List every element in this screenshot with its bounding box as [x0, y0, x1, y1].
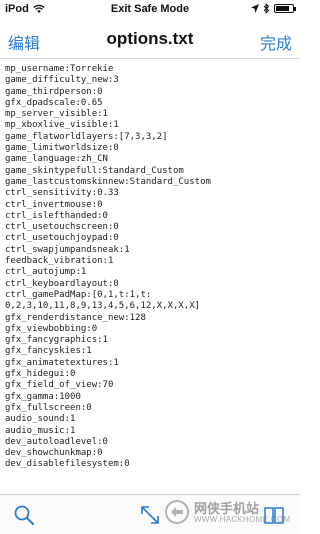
status-right: [251, 3, 296, 14]
file-line[interactable]: gfx_fancyskies:1: [5, 346, 297, 357]
file-line[interactable]: ctrl_islefthanded:0: [5, 211, 297, 222]
file-line[interactable]: game_limitworldsize:0: [5, 143, 297, 154]
file-line[interactable]: audio_music:1: [5, 426, 297, 437]
file-line[interactable]: gfx_fullscreen:0: [5, 403, 297, 414]
file-line[interactable]: gfx_gamma:1000: [5, 392, 297, 403]
bluetooth-icon: [263, 3, 270, 14]
file-line[interactable]: 0,2,3,10,11,8,9,13,4,5,6,12,X,X,X,X]: [5, 301, 297, 312]
file-line[interactable]: audio_sound:1: [5, 414, 297, 425]
file-line[interactable]: ctrl_swapjumpandsneak:1: [5, 245, 297, 256]
location-arrow-icon: [251, 4, 259, 13]
file-line[interactable]: ctrl_usetouchjoypad:0: [5, 233, 297, 244]
file-line[interactable]: gfx_renderdistance_new:128: [5, 313, 297, 324]
file-line[interactable]: mp_username:Torrekie: [5, 64, 297, 75]
file-line[interactable]: ctrl_keyboardlayout:0: [5, 279, 297, 290]
watermark: 网侠手机站 WWW.HACKHOME.COM: [164, 496, 294, 530]
file-line[interactable]: ctrl_autojump:1: [5, 267, 297, 278]
status-bar: iPod Exit Safe Mode: [0, 0, 300, 20]
done-button[interactable]: 完成: [260, 30, 292, 54]
file-line[interactable]: ctrl_invertmouse:0: [5, 200, 297, 211]
expand-arrows-icon[interactable]: [138, 503, 162, 527]
file-line[interactable]: game_lastcustomskinnew:Standard_Custom: [5, 177, 297, 188]
watermark-url: WWW.HACKHOME.COM: [194, 515, 291, 524]
file-line[interactable]: gfx_hidegui:0: [5, 369, 297, 380]
file-line[interactable]: game_skintypefull:Standard_Custom: [5, 166, 297, 177]
search-icon[interactable]: [12, 503, 36, 527]
file-line[interactable]: game_language:zh_CN: [5, 154, 297, 165]
file-line[interactable]: game_difficulty_new:3: [5, 75, 297, 86]
watermark-logo-icon: [165, 500, 189, 524]
file-line[interactable]: ctrl_usetouchscreen:0: [5, 222, 297, 233]
file-line[interactable]: ctrl_gamePadMap:[0,1,t:1,t:: [5, 290, 297, 301]
navigation-bar: 编辑 options.txt 完成: [0, 20, 300, 59]
file-line[interactable]: game_thirdperson:0: [5, 87, 297, 98]
file-line[interactable]: gfx_field_of_view:70: [5, 380, 297, 391]
file-line[interactable]: ctrl_sensitivity:0.33: [5, 188, 297, 199]
file-line[interactable]: game_flatworldlayers:[7,3,3,2]: [5, 132, 297, 143]
file-line[interactable]: mp_xboxlive_visible:1: [5, 120, 297, 131]
file-line[interactable]: gfx_viewbobbing:0: [5, 324, 297, 335]
file-line[interactable]: feedback_vibration:1: [5, 256, 297, 267]
file-line[interactable]: dev_showchunkmap:0: [5, 448, 297, 459]
battery-icon: [274, 4, 296, 13]
page-title: options.txt: [106, 29, 194, 48]
file-line[interactable]: gfx_dpadscale:0.65: [5, 98, 297, 109]
file-line[interactable]: gfx_animatetextures:1: [5, 358, 297, 369]
file-line[interactable]: mp_server_visible:1: [5, 109, 297, 120]
file-line[interactable]: dev_disablefilesystem:0: [5, 459, 297, 470]
file-text-editor[interactable]: mp_username:Torrekie game_difficulty_new:…: [5, 64, 297, 494]
file-line[interactable]: gfx_fancygraphics:1: [5, 335, 297, 346]
file-line[interactable]: dev_autoloadlevel:0: [5, 437, 297, 448]
